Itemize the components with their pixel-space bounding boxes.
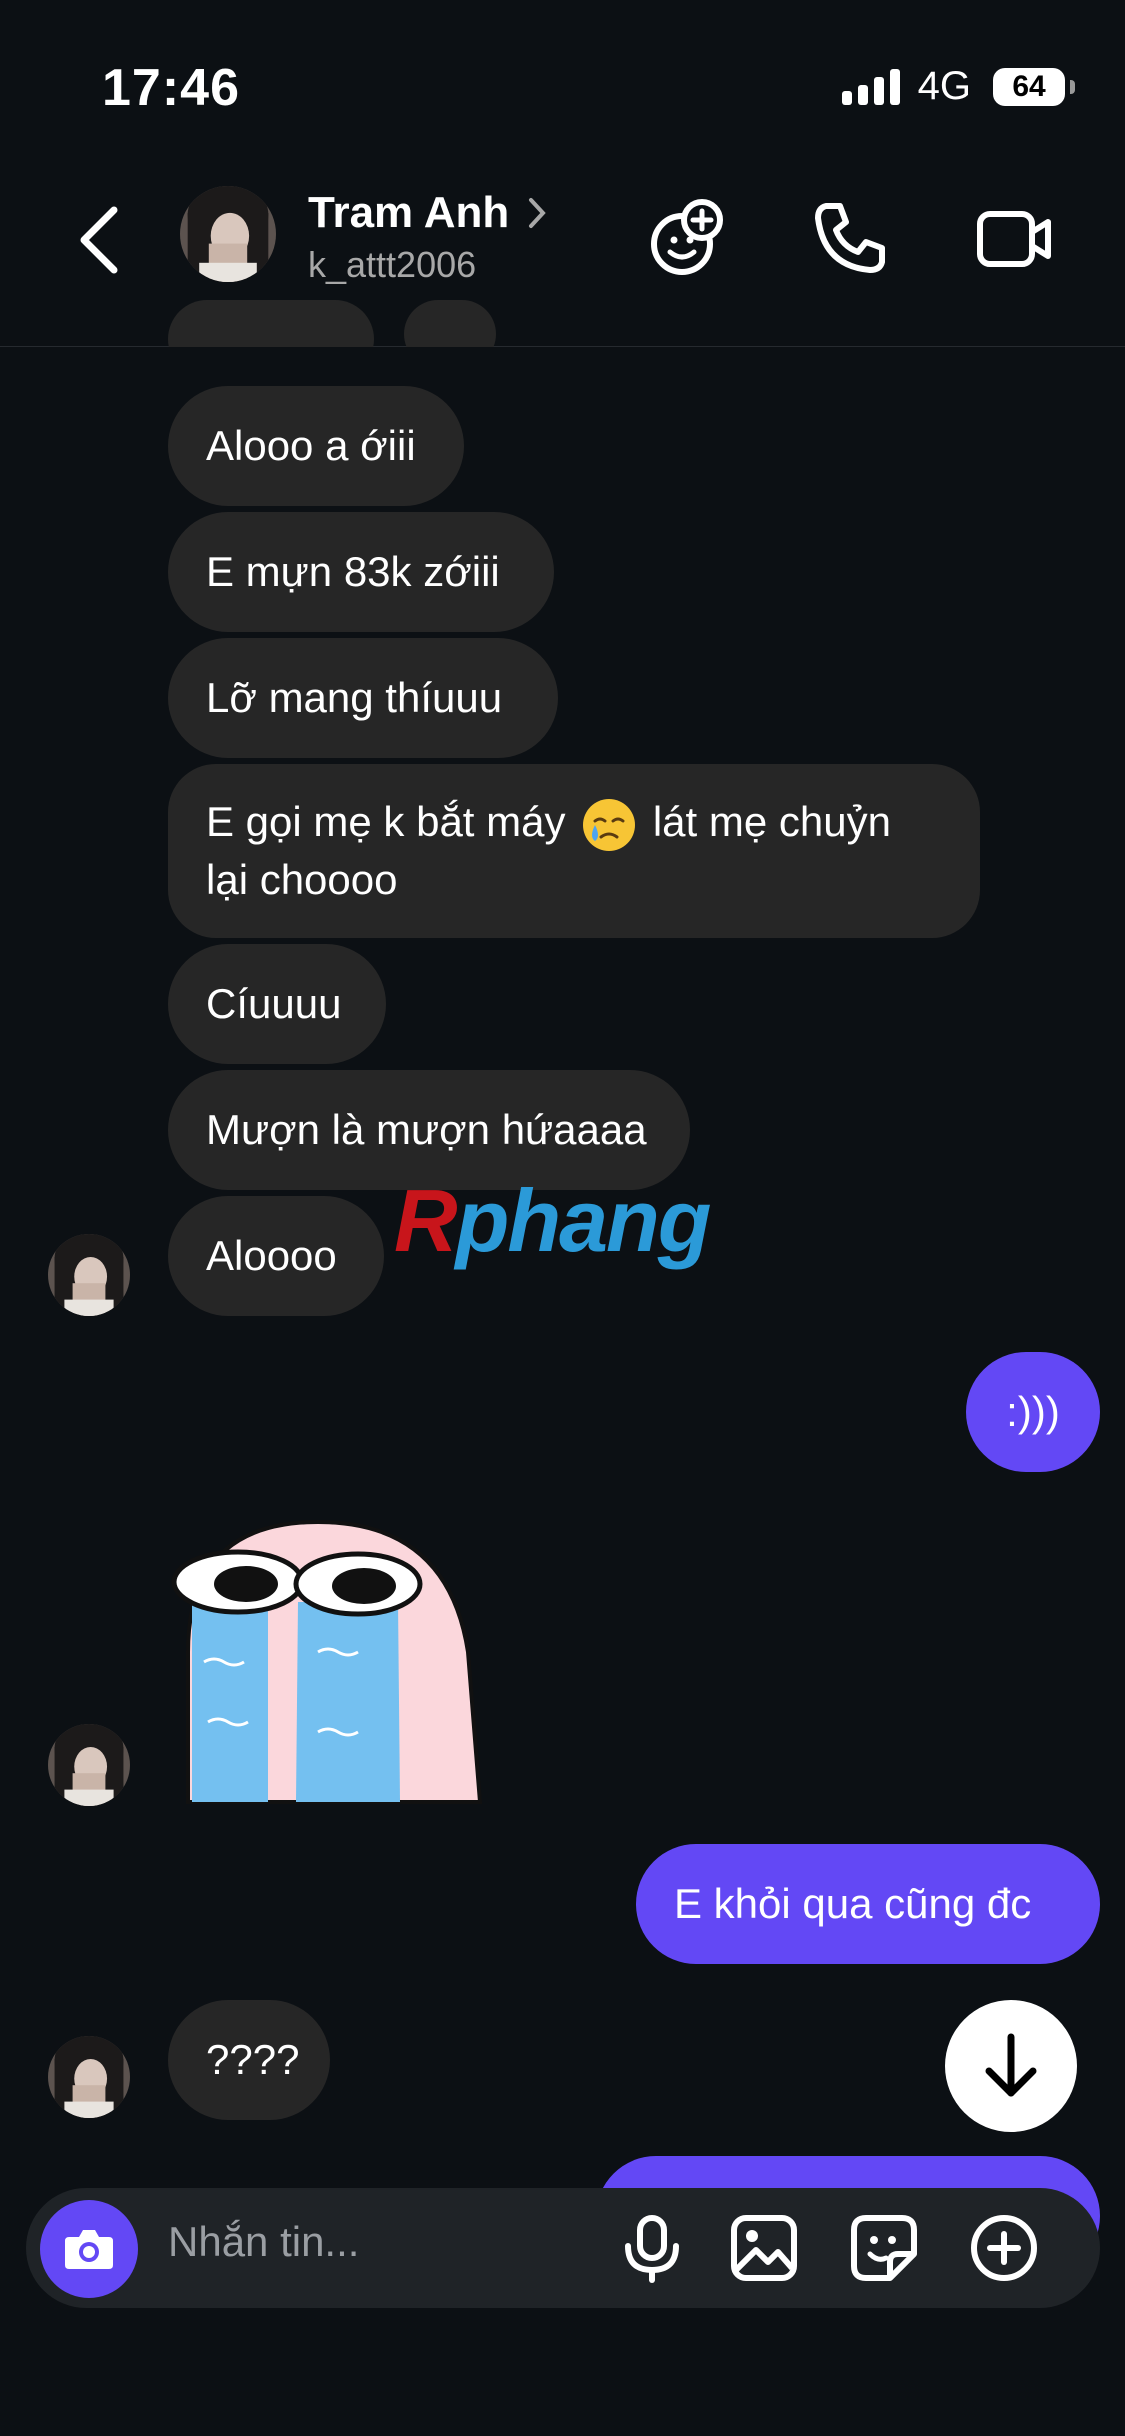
crying-face-icon	[583, 798, 636, 851]
message-text: lát mẹ chuỷn	[652, 798, 891, 845]
message-text: Mượn là mượn hứaaaa	[206, 1106, 647, 1153]
chevron-right-icon	[529, 198, 547, 228]
message-bubble[interactable]: Cíuuuu	[168, 944, 386, 1064]
gallery-icon[interactable]	[728, 2212, 800, 2284]
message-text: :)))	[1006, 1388, 1060, 1435]
message-bubble[interactable]: E mựn 83k zớiii	[168, 512, 554, 632]
sticker-crying-ghost[interactable]	[168, 1512, 488, 1808]
message-text: ????	[206, 2036, 300, 2083]
arrow-down-icon	[985, 2033, 1037, 2097]
battery-icon: 64	[993, 67, 1075, 106]
message-bubble[interactable]: Aloooo	[168, 1196, 384, 1316]
microphone-icon[interactable]	[616, 2212, 688, 2284]
message-bubble-outgoing[interactable]: :)))	[966, 1352, 1100, 1472]
sender-avatar[interactable]	[48, 2036, 130, 2118]
signal-icon	[841, 68, 900, 105]
message-text: Aloooo	[206, 1232, 337, 1279]
contact-name[interactable]: Tram Anh	[308, 188, 547, 238]
message-composer: Nhắn tin...	[26, 2188, 1100, 2308]
message-text: Lỡ mang thíuuu	[206, 674, 503, 721]
message-text: E khỏi qua cũng đc	[674, 1880, 1032, 1927]
message-bubble-outgoing[interactable]: E khỏi qua cũng đc	[636, 1844, 1100, 1964]
video-call-icon[interactable]	[972, 196, 1056, 280]
message-bubble[interactable]: ????	[168, 2000, 330, 2120]
contact-username: k_attt2006	[308, 244, 477, 285]
message-bubble[interactable]: Lỡ mang thíuuu	[168, 638, 558, 758]
watermark-logo: Rphang	[394, 1171, 712, 1270]
back-arrow-icon[interactable]	[70, 200, 130, 280]
message-text: lại choooo	[206, 856, 398, 903]
message-input[interactable]: Nhắn tin...	[168, 2218, 359, 2266]
contact-avatar[interactable]	[180, 186, 276, 282]
network-label: 4G	[917, 64, 971, 108]
message-text: Cíuuuu	[206, 980, 342, 1027]
contact-name-text: Tram Anh	[308, 188, 510, 237]
add-icon[interactable]	[968, 2212, 1040, 2284]
add-effect-icon[interactable]	[644, 196, 728, 280]
phone-call-icon[interactable]	[808, 196, 892, 280]
status-time: 17:46	[102, 59, 240, 117]
message-bubble[interactable]: Alooo a ớiii	[168, 386, 464, 506]
sticker-icon[interactable]	[848, 2212, 920, 2284]
status-indicators: 4G 64	[841, 64, 1075, 109]
sender-avatar[interactable]	[48, 1234, 130, 1316]
message-text: E mựn 83k zớiii	[206, 548, 500, 595]
battery-level: 64	[1012, 69, 1046, 103]
chat-header: Tram Anh k_attt2006	[0, 160, 1125, 347]
scroll-to-bottom-button[interactable]	[945, 2000, 1077, 2132]
message-text: E gọi mẹ k bắt máy	[206, 798, 566, 845]
message-bubble[interactable]: E gọi mẹ k bắt máy lát mẹ chuỷn lại choo…	[168, 764, 980, 938]
camera-button[interactable]	[40, 2200, 138, 2298]
sender-avatar[interactable]	[48, 1724, 130, 1806]
camera-icon	[65, 2230, 113, 2269]
message-text: Alooo a ớiii	[206, 422, 416, 469]
